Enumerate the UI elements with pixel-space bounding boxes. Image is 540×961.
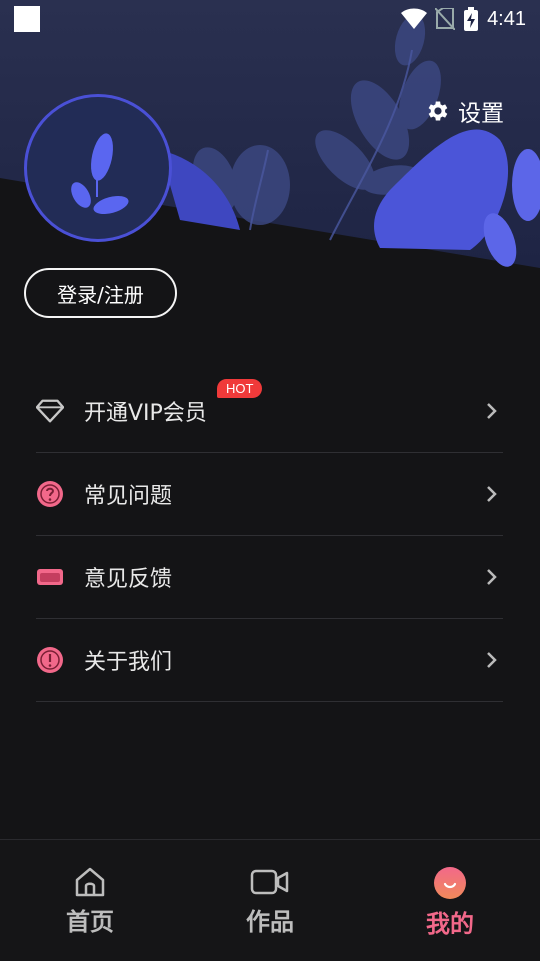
avatar[interactable] <box>24 94 172 242</box>
card-icon <box>36 563 64 591</box>
home-icon <box>75 867 105 897</box>
chevron-right-icon <box>487 486 497 502</box>
diamond-icon <box>36 397 64 425</box>
chevron-right-icon <box>487 403 497 419</box>
menu-item-label: 意见反馈 <box>84 567 173 592</box>
smile-face-icon <box>434 867 466 899</box>
gear-icon <box>428 101 448 121</box>
status-right: 4:41 <box>401 7 526 31</box>
tab-works[interactable]: 作品 <box>180 840 360 961</box>
video-camera-icon <box>250 869 289 895</box>
no-sim-icon <box>435 8 456 30</box>
chevron-right-icon <box>487 652 497 668</box>
menu-item-about[interactable]: 关于我们 <box>36 619 503 702</box>
leaf-sprout-icon <box>71 133 129 215</box>
question-circle-icon <box>36 480 64 508</box>
status-bar: 4:41 <box>0 0 540 38</box>
status-left <box>14 6 40 32</box>
tab-label: 首页 <box>66 908 114 936</box>
menu-item-label: 开通VIP会员 <box>84 401 207 426</box>
menu-item-vip[interactable]: 开通VIP会员 HOT <box>36 370 503 453</box>
menu-list: 开通VIP会员 HOT 常见问题 意见反馈 关于我们 <box>36 370 503 702</box>
bottom-tab-bar: 首页 作品 我的 <box>0 839 540 961</box>
hot-badge: HOT <box>217 379 263 398</box>
info-exclamation-icon <box>36 646 64 674</box>
wifi-icon <box>401 8 428 29</box>
menu-item-label: 关于我们 <box>84 650 173 675</box>
battery-charging-icon <box>464 7 479 31</box>
notification-square-icon <box>14 6 40 32</box>
login-register-button[interactable]: 登录/注册 <box>24 268 177 318</box>
tab-label: 作品 <box>246 908 294 936</box>
menu-item-label: 常见问题 <box>84 484 173 509</box>
status-time: 4:41 <box>487 7 526 30</box>
settings-label: 设置 <box>458 101 504 127</box>
menu-item-faq[interactable]: 常见问题 <box>36 453 503 536</box>
menu-item-feedback[interactable]: 意见反馈 <box>36 536 503 619</box>
settings-button[interactable]: 设置 <box>424 94 504 128</box>
tab-home[interactable]: 首页 <box>0 840 180 961</box>
chevron-right-icon <box>487 569 497 585</box>
tab-label: 我的 <box>426 910 474 938</box>
tab-mine[interactable]: 我的 <box>360 840 540 961</box>
